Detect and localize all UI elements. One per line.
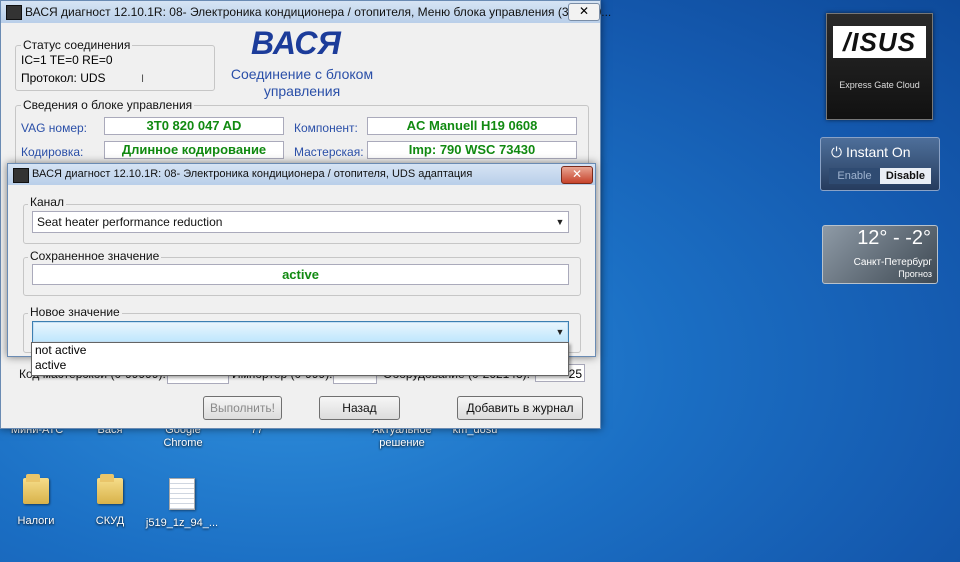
back-button[interactable]: Назад (319, 396, 400, 420)
instant-on-title: ⏻ Instant On (831, 144, 911, 160)
enable-button[interactable]: Enable (829, 168, 880, 184)
desktop-icon-nalogi[interactable]: Налоги (0, 474, 76, 527)
connection-status-label: Статус соединения (21, 38, 133, 52)
coding-value: Длинное кодирование (104, 141, 284, 159)
app-icon (13, 168, 29, 183)
app-icon (6, 5, 22, 20)
workshop-label: Мастерская: (294, 145, 364, 159)
component-value: AC Manuell H19 0608 (367, 117, 577, 135)
vag-number-label: VAG номер: (21, 121, 88, 135)
execute-button[interactable]: Выполнить! (203, 396, 282, 420)
protocol-text: Протокол: UDS (21, 71, 106, 85)
desktop-icon-label: СКУД (95, 515, 125, 527)
channel-select-value: Seat heater performance reduction (37, 215, 223, 229)
info-group-label: Сведения о блоке управления (21, 98, 195, 112)
asus-subtitle: Express Gate Cloud (839, 80, 920, 90)
weather-temp: 12° - -2° (857, 227, 931, 249)
dialog-title: ВАСЯ диагност 12.10.1R: 08- Электроника … (32, 168, 473, 180)
dialog-titlebar[interactable]: ВАСЯ диагност 12.10.1R: 08- Электроника … (8, 164, 595, 185)
vag-number-value: 3T0 820 047 AD (104, 117, 284, 135)
power-icon: ⏻ (831, 144, 843, 160)
dropdown-option[interactable]: not active (32, 343, 568, 358)
document-icon (169, 478, 195, 510)
new-value-select[interactable]: ▼ (32, 321, 569, 343)
weather-gadget[interactable]: 12° - -2° Санкт-Петербург Прогноз (822, 225, 938, 284)
chevron-down-icon: ▼ (555, 327, 565, 337)
new-value-label: Новое значение (28, 305, 122, 319)
folder-icon (23, 474, 49, 504)
text-cursor: I (141, 73, 145, 85)
dialog-close-button[interactable]: ✕ (561, 166, 593, 184)
component-label: Компонент: (294, 121, 358, 135)
weather-forecast: Прогноз (898, 269, 932, 279)
channel-label: Канал (28, 195, 66, 209)
saved-value-field: active (32, 264, 569, 285)
desktop-icon-skud[interactable]: СКУД (70, 474, 150, 527)
add-to-log-button[interactable]: Добавить в журнал (457, 396, 583, 420)
desktop-icon-label: j519_1z_94_... (145, 517, 219, 529)
main-titlebar[interactable]: ВАСЯ диагност 12.10.1R: 08- Электроника … (1, 1, 611, 23)
weather-city: Санкт-Петербург (853, 257, 932, 268)
saved-value-label: Сохраненное значение (28, 249, 162, 263)
desktop-icon-label: Налоги (17, 515, 55, 527)
adaptation-dialog: ВАСЯ диагност 12.10.1R: 08- Электроника … (7, 163, 596, 357)
desktop-icon-document[interactable]: j519_1z_94_... (142, 478, 222, 529)
channel-select[interactable]: Seat heater performance reduction ▼ (32, 211, 569, 233)
disable-button[interactable]: Disable (880, 168, 931, 184)
instant-on-gadget: ⏻ Instant On Enable Disable (820, 137, 940, 191)
new-value-select-value (33, 325, 37, 339)
asus-logo: /ISUS (833, 26, 926, 58)
dropdown-option[interactable]: active (32, 358, 568, 373)
app-subtitle: Соединение с блоком управления (230, 66, 374, 99)
main-title: ВАСЯ диагност 12.10.1R: 08- Электроника … (25, 5, 612, 19)
folder-icon (97, 474, 123, 504)
asus-gadget[interactable]: /ISUS Express Gate Cloud (826, 13, 933, 120)
coding-label: Кодировка: (21, 145, 84, 159)
main-close-button[interactable]: ✕ (568, 3, 600, 21)
app-name: ВАСЯ (251, 25, 341, 61)
connection-counters: IC=1 TE=0 RE=0 (21, 53, 113, 67)
workshop-value: Imp: 790 WSC 73430 (367, 141, 577, 159)
new-value-dropdown-list: not active active (31, 342, 569, 376)
chevron-down-icon: ▼ (555, 217, 565, 227)
